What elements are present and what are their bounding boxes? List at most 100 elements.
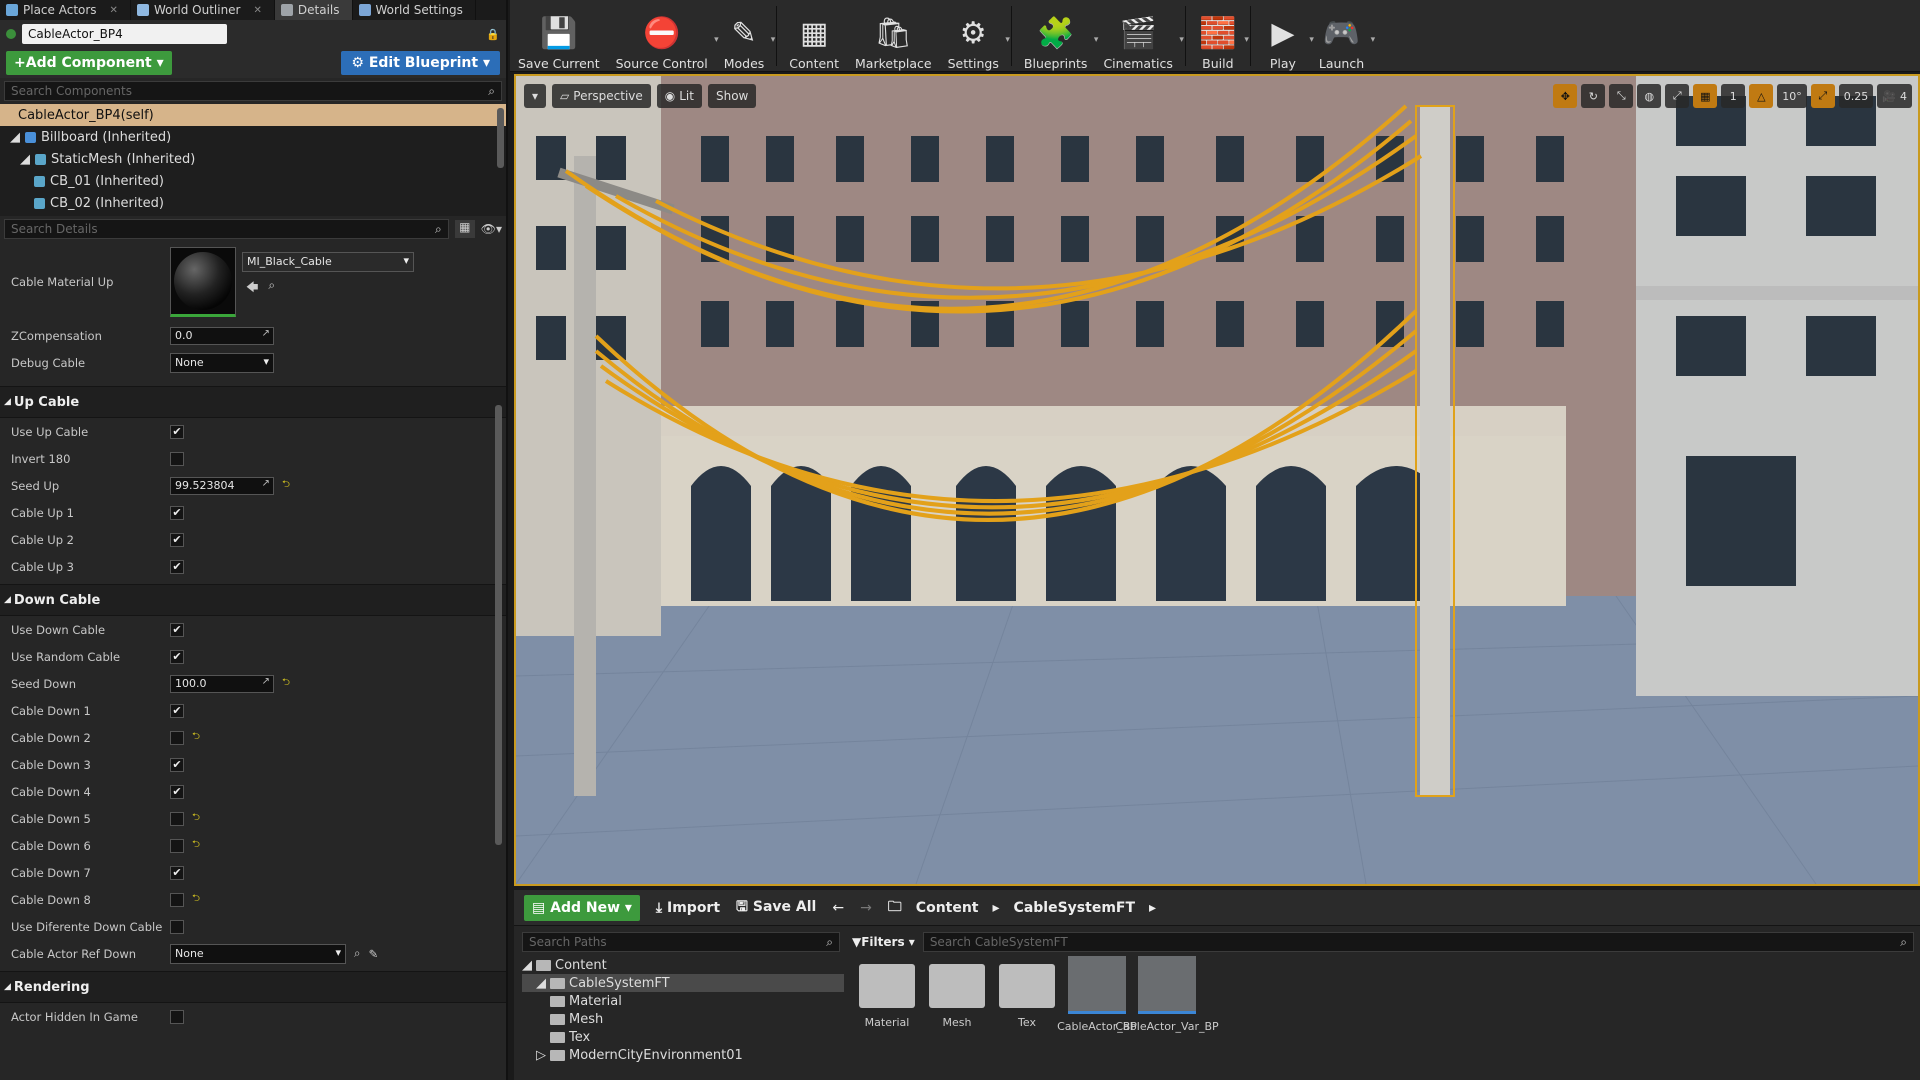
search-components-input[interactable]: Search Components ⌕ bbox=[4, 81, 502, 101]
marketplace-button[interactable]: 🛍 Marketplace bbox=[847, 5, 940, 72]
component-item[interactable]: CB_02 (Inherited) bbox=[0, 192, 506, 214]
reset-default-icon[interactable]: ⮌ bbox=[282, 477, 290, 494]
path-tree-item[interactable]: ▷ ModernCityEnvironment01 bbox=[522, 1046, 844, 1064]
reset-default-icon[interactable]: ⮌ bbox=[282, 675, 290, 692]
tab-world-settings[interactable]: World Settings bbox=[353, 0, 476, 20]
actor-name-field[interactable]: CableActor_BP4 bbox=[22, 24, 227, 44]
tab-place-actors[interactable]: Place Actors ✕ bbox=[0, 0, 131, 20]
cable-down-3-checkbox[interactable]: ✔ bbox=[170, 757, 184, 772]
cable-down-6-checkbox[interactable] bbox=[170, 838, 184, 853]
chevron-down-icon[interactable]: ▾ bbox=[1005, 35, 1010, 45]
reset-default-icon[interactable]: ⮌ bbox=[192, 729, 200, 746]
cable-down-1-checkbox[interactable]: ✔ bbox=[170, 703, 184, 718]
launch-button[interactable]: 🎮 Launch ▾ bbox=[1311, 5, 1375, 72]
actor-hidden-in-game-checkbox[interactable] bbox=[170, 1009, 184, 1024]
breadcrumb-item[interactable]: Content bbox=[916, 900, 979, 916]
cable-down-2-checkbox[interactable] bbox=[170, 730, 184, 745]
component-item[interactable]: CB_01 (Inherited) bbox=[0, 170, 506, 192]
rotation-snap-icon[interactable]: △ bbox=[1749, 84, 1774, 108]
save-current-button[interactable]: 💾 Save Current bbox=[510, 5, 608, 72]
search-details-input[interactable]: Search Details ⌕ bbox=[4, 219, 449, 239]
material-thumbnail[interactable] bbox=[170, 247, 236, 317]
use-diferente-down-cable-checkbox[interactable] bbox=[170, 919, 184, 934]
chevron-down-icon[interactable]: ▾ bbox=[1371, 35, 1376, 45]
search-paths-input[interactable]: Search Paths ⌕ bbox=[522, 932, 840, 952]
path-tree-item[interactable]: Material bbox=[522, 992, 844, 1010]
rotate-tool-icon[interactable]: ↻ bbox=[1581, 84, 1606, 108]
chevron-down-icon[interactable]: ▾ bbox=[1244, 35, 1249, 45]
invert-180-checkbox[interactable] bbox=[170, 451, 184, 466]
expand-arrow-icon[interactable]: ◢ bbox=[10, 130, 20, 145]
material-dropdown[interactable]: MI_Black_Cable bbox=[242, 252, 414, 272]
component-self-item[interactable]: CableActor_BP4(self) bbox=[0, 104, 506, 126]
blueprints-button[interactable]: 🧩 Blueprints ▾ bbox=[1016, 5, 1099, 72]
filters-button[interactable]: ▼Filters ▾ bbox=[852, 935, 915, 949]
import-button[interactable]: ⤓ Import bbox=[656, 900, 720, 916]
rotation-snap-value[interactable]: 10° bbox=[1777, 84, 1807, 108]
add-new-button[interactable]: ▤ Add New ▾ bbox=[524, 894, 640, 921]
history-forward-icon[interactable]: → bbox=[860, 900, 872, 916]
search-assets-input[interactable]: Search CableSystemFT ⌕ bbox=[922, 932, 1914, 952]
path-tree-item[interactable]: Mesh bbox=[522, 1010, 844, 1028]
path-tree-item[interactable]: Tex bbox=[522, 1028, 844, 1046]
eye-icon[interactable]: 👁▾ bbox=[481, 222, 502, 236]
cinematics-button[interactable]: 🎬 Cinematics ▾ bbox=[1095, 5, 1183, 72]
path-tree-item[interactable]: ◢ Content bbox=[522, 956, 844, 974]
level-viewport[interactable]: ▾ ▱ Perspective ◉ Lit Show ✥ ↻ ⤡ ◍ ⤢ ▦ 1 △… bbox=[514, 74, 1920, 886]
cable-down-7-checkbox[interactable]: ✔ bbox=[170, 865, 184, 880]
debug-cable-dropdown[interactable]: None bbox=[170, 352, 274, 373]
history-back-icon[interactable]: ← bbox=[832, 900, 844, 916]
reset-default-icon[interactable]: ⮌ bbox=[192, 837, 200, 854]
details-scrollbar[interactable] bbox=[495, 405, 502, 845]
path-tree-item[interactable]: ◢ CableSystemFT bbox=[522, 974, 844, 992]
expand-arrow-icon[interactable]: ◢ bbox=[522, 958, 532, 973]
settings-button[interactable]: ⚙ Settings ▾ bbox=[940, 5, 1010, 72]
lit-button[interactable]: ◉ Lit bbox=[656, 84, 702, 108]
expand-arrow-icon[interactable]: ◢ bbox=[536, 976, 546, 991]
cable-up-2-checkbox[interactable]: ✔ bbox=[170, 532, 184, 547]
cable-down-8-checkbox[interactable] bbox=[170, 892, 184, 907]
asset-tile[interactable]: Material bbox=[856, 956, 918, 1033]
component-item[interactable]: ◢ Billboard (Inherited) bbox=[0, 126, 506, 148]
use-random-cable-checkbox[interactable]: ✔ bbox=[170, 649, 184, 664]
asset-tile[interactable]: CableActor_Var_BP bbox=[1115, 956, 1219, 1033]
browse-icon[interactable]: ⌕ bbox=[268, 278, 275, 299]
asset-tile[interactable]: Tex bbox=[996, 956, 1058, 1033]
cable-up-1-checkbox[interactable]: ✔ bbox=[170, 505, 184, 520]
cable-up-3-checkbox[interactable]: ✔ bbox=[170, 559, 184, 574]
breadcrumb-arrow-icon[interactable]: ▸ bbox=[993, 900, 1000, 916]
cable-down-5-checkbox[interactable] bbox=[170, 811, 184, 826]
expand-arrow-icon[interactable]: ◢ bbox=[20, 152, 30, 167]
expand-arrow-icon[interactable]: ▷ bbox=[536, 1048, 546, 1063]
chevron-down-icon[interactable]: ▾ bbox=[1179, 35, 1184, 45]
zcompensation-input[interactable]: 0.0 bbox=[170, 326, 274, 345]
down-cable-category[interactable]: ◢ Down Cable bbox=[0, 584, 506, 616]
surface-snap-icon[interactable]: ⤢ bbox=[1665, 84, 1690, 108]
perspective-button[interactable]: ▱ Perspective bbox=[552, 84, 651, 108]
scale-snap-icon[interactable]: ⤢ bbox=[1810, 84, 1835, 108]
add-component-button[interactable]: +Add Component ▾ bbox=[6, 51, 172, 75]
grid-view-icon[interactable]: ▦ bbox=[454, 220, 475, 238]
reset-default-icon[interactable]: ⮌ bbox=[192, 810, 200, 827]
play-button[interactable]: ▶ Play ▾ bbox=[1255, 5, 1314, 72]
world-local-icon[interactable]: ◍ bbox=[1637, 84, 1662, 108]
up-cable-category[interactable]: ◢ Up Cable bbox=[0, 386, 506, 418]
close-icon[interactable]: ✕ bbox=[110, 5, 118, 16]
cable-actor-ref-down-dropdown[interactable]: None bbox=[170, 943, 346, 964]
camera-speed-icon[interactable]: 🎥 4 bbox=[1877, 84, 1912, 108]
browse-icon[interactable]: ⌕ bbox=[354, 946, 360, 961]
eyedropper-icon[interactable]: ✎ bbox=[368, 947, 378, 961]
viewport-options-button[interactable]: ▾ bbox=[524, 84, 547, 108]
grid-snap-icon[interactable]: ▦ bbox=[1693, 84, 1718, 108]
reset-default-icon[interactable]: ⮌ bbox=[192, 891, 200, 908]
chevron-down-icon[interactable]: ▾ bbox=[771, 35, 776, 45]
scale-tool-icon[interactable]: ⤡ bbox=[1609, 84, 1634, 108]
edit-blueprint-button[interactable]: ⚙ Edit Blueprint ▾ bbox=[341, 51, 500, 75]
component-item[interactable]: ◢ StaticMesh (Inherited) bbox=[0, 148, 506, 170]
cable-down-4-checkbox[interactable]: ✔ bbox=[170, 784, 184, 799]
close-icon[interactable]: ✕ bbox=[254, 5, 262, 16]
lock-icon[interactable]: 🔒 bbox=[486, 28, 500, 41]
show-button[interactable]: Show bbox=[707, 84, 757, 108]
component-scrollbar[interactable] bbox=[497, 108, 504, 168]
grid-size-value[interactable]: 1 bbox=[1721, 84, 1746, 108]
